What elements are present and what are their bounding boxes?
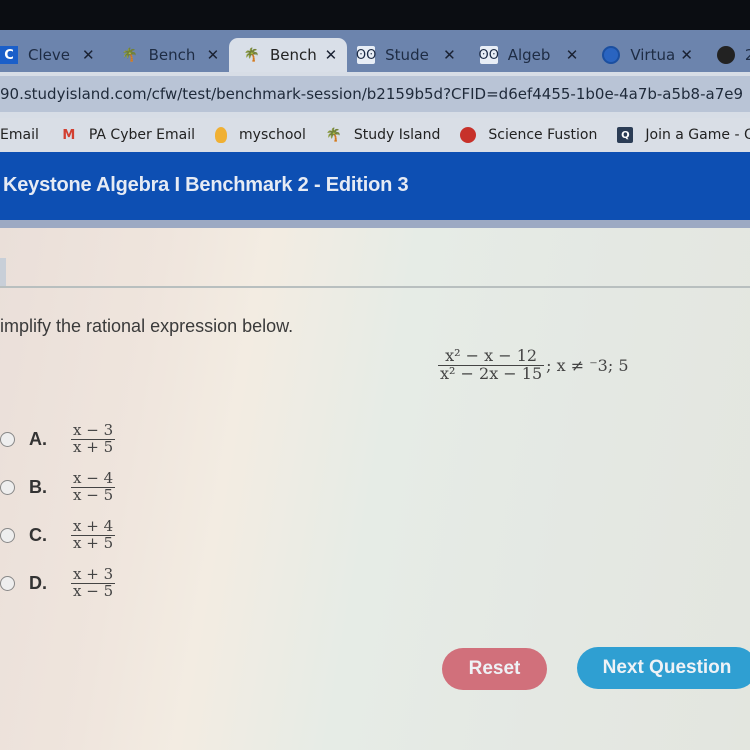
bookmark-pa-cyber-email[interactable]: M PA Cyber Email xyxy=(61,127,195,143)
expression-denominator: x² − 2x − 15 xyxy=(440,364,543,384)
choice-letter: D. xyxy=(29,573,47,593)
tab-clever[interactable]: C Cleve ✕ xyxy=(0,38,105,72)
virtual-circle-icon xyxy=(602,46,621,64)
page-title: Keystone Algebra I Benchmark 2 - Edition… xyxy=(3,174,409,196)
bookmark-label: Study Island xyxy=(353,127,441,143)
choice-numerator: x − 4 xyxy=(73,469,114,487)
close-icon[interactable]: ✕ xyxy=(443,46,456,64)
gmail-icon: M xyxy=(62,127,76,143)
c-logo-icon: C xyxy=(0,46,18,64)
quizizz-icon: Q xyxy=(617,127,634,143)
choice-d[interactable]: D. x + 3 x − 5 xyxy=(0,565,116,601)
choice-numerator: x − 3 xyxy=(73,421,114,439)
choice-denominator: x + 5 xyxy=(73,534,114,553)
bookmark-label: Email xyxy=(0,127,39,143)
expression-restriction: ; x ≠ ⁻3; 5 xyxy=(546,356,629,376)
question-area: implify the rational expression below. x… xyxy=(0,228,750,750)
banner-shadow xyxy=(0,220,750,228)
radio-button[interactable] xyxy=(0,576,15,591)
screen-bezel xyxy=(0,0,750,30)
owl-icon: ʘʘ xyxy=(478,46,499,64)
owl-icon: ʘʘ xyxy=(355,46,377,64)
bookmark-label: myschool xyxy=(239,127,306,143)
expression-fraction: x² − x − 12 x² − 2x − 15 xyxy=(438,346,545,384)
test-header-banner: Keystone Algebra I Benchmark 2 - Edition… xyxy=(0,152,750,220)
choice-letter: C. xyxy=(29,525,47,545)
tab-label: Bench xyxy=(269,46,317,64)
tab-label: Bench xyxy=(148,46,196,64)
study-island-palm-icon: 🌴 xyxy=(325,127,342,143)
choice-c[interactable]: C. x + 4 x + 5 xyxy=(0,517,116,553)
close-icon[interactable]: ✕ xyxy=(325,46,338,64)
red-circle-icon xyxy=(460,127,477,143)
close-icon[interactable]: ✕ xyxy=(82,46,95,64)
tab-algebra[interactable]: ʘʘ Algeb ✕ xyxy=(466,38,589,72)
tab-student[interactable]: ʘʘ Stude ✕ xyxy=(347,38,466,72)
bookmark-label: PA Cyber Email xyxy=(88,127,196,143)
study-island-palm-icon: 🌴 xyxy=(243,47,260,63)
choice-letter: B. xyxy=(29,477,47,497)
tab-virtual[interactable]: Virtua ✕ xyxy=(588,38,703,72)
tab-benchmark-1[interactable]: 🌴 Bench ✕ xyxy=(105,38,230,72)
choice-fraction: x + 3 x − 5 xyxy=(71,565,116,601)
radio-button[interactable] xyxy=(0,528,15,543)
expression-numerator: x² − x − 12 xyxy=(445,346,538,365)
bookmark-science-fustion[interactable]: Science Fustion xyxy=(460,127,597,143)
divider xyxy=(0,286,750,288)
close-icon[interactable]: ✕ xyxy=(566,46,579,64)
study-island-palm-icon: 🌴 xyxy=(121,47,138,63)
choice-denominator: x − 5 xyxy=(73,582,114,601)
choice-denominator: x − 5 xyxy=(73,486,114,505)
choice-denominator: x + 5 xyxy=(73,438,114,457)
tab-label: Cleve xyxy=(28,46,70,64)
choice-numerator: x + 3 xyxy=(73,565,114,583)
lightbulb-icon xyxy=(215,127,228,143)
browser-tab-bar: C Cleve ✕ 🌴 Bench ✕ 🌴 Bench ✕ ʘʘ Stude ✕… xyxy=(0,30,750,72)
choice-letter: A. xyxy=(29,429,47,449)
bookmark-label: Join a Game - Quiz xyxy=(645,127,750,143)
radio-button[interactable] xyxy=(0,432,15,447)
toolbar-edge xyxy=(0,258,6,288)
radio-button[interactable] xyxy=(0,480,15,495)
tab-benchmark-active[interactable]: 🌴 Bench ✕ xyxy=(229,38,348,72)
bookmark-join-a-game[interactable]: Q Join a Game - Quiz xyxy=(617,127,750,143)
tab-label: Stude xyxy=(385,46,429,64)
url-field[interactable]: 90.studyisland.com/cfw/test/benchmark-se… xyxy=(0,76,750,112)
tab-label: 27 xyxy=(744,46,750,64)
bookmark-email[interactable]: Email xyxy=(0,127,39,143)
dark-dot-icon xyxy=(716,46,735,64)
bookmarks-bar: Email M PA Cyber Email myschool 🌴 Study … xyxy=(0,118,750,152)
choice-a[interactable]: A. x − 3 x + 5 xyxy=(0,421,116,457)
choice-numerator: x + 4 xyxy=(73,517,114,535)
close-icon[interactable]: ✕ xyxy=(680,46,693,64)
tab-label: Algeb xyxy=(507,46,551,64)
tab-label: Virtua xyxy=(630,46,675,64)
close-icon[interactable]: ✕ xyxy=(207,46,220,64)
tab-27[interactable]: 27 xyxy=(703,38,750,72)
bookmark-label: Science Fustion xyxy=(488,127,598,143)
choice-fraction: x − 3 x + 5 xyxy=(71,421,116,457)
choice-fraction: x − 4 x − 5 xyxy=(71,469,116,505)
choice-fraction: x + 4 x + 5 xyxy=(71,517,116,553)
rational-expression: x² − x − 12 x² − 2x − 15 ; x ≠ ⁻3; 5 xyxy=(438,346,629,384)
question-prompt: implify the rational expression below. xyxy=(0,316,294,336)
choice-b[interactable]: B. x − 4 x − 5 xyxy=(0,469,116,505)
address-bar: 90.studyisland.com/cfw/test/benchmark-se… xyxy=(0,72,750,118)
bookmark-study-island[interactable]: 🌴 Study Island xyxy=(326,127,441,143)
next-question-button[interactable]: Next Question xyxy=(577,647,750,689)
bookmark-myschool[interactable]: myschool xyxy=(215,127,306,143)
reset-button[interactable]: Reset xyxy=(442,648,547,690)
question-toolbar xyxy=(0,228,750,288)
